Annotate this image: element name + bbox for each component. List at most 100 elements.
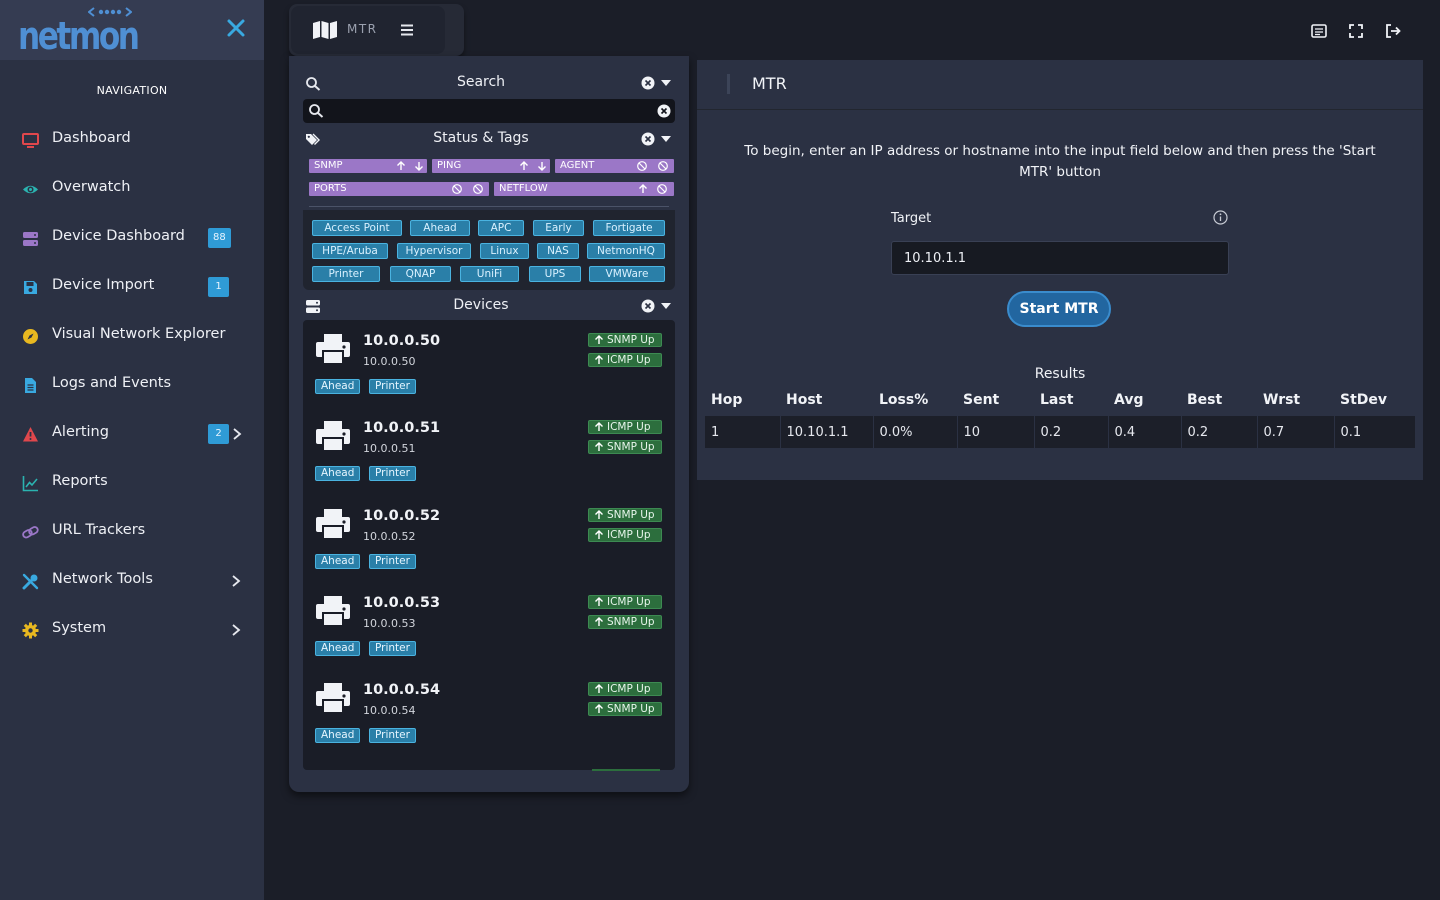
caret-down-icon[interactable] <box>661 302 671 310</box>
count-badge: 2 <box>208 424 229 444</box>
device-tag: Ahead <box>315 554 361 569</box>
printer-icon <box>316 683 350 714</box>
sidebar-item-device-dashboard[interactable]: Device Dashboard 88 <box>0 218 264 258</box>
printer-icon <box>316 334 350 365</box>
filter-pill-netflow[interactable]: NETFLOW <box>494 182 674 196</box>
column-header-loss: Loss% <box>879 392 929 408</box>
arrow-down-icon[interactable] <box>413 160 425 172</box>
sidebar-item-system[interactable]: System <box>0 610 264 650</box>
cell-avg: 0.4 <box>1107 416 1181 448</box>
eye-icon <box>23 185 38 194</box>
ban-icon[interactable] <box>636 160 648 172</box>
ban-icon[interactable] <box>656 183 668 195</box>
ban-icon[interactable] <box>657 160 669 172</box>
info-icon[interactable] <box>1213 210 1228 225</box>
arrow-up-icon[interactable] <box>395 160 407 172</box>
sidebar-item-label: Overwatch <box>52 179 131 195</box>
divider <box>309 206 669 207</box>
logo: netmon <box>0 0 264 60</box>
filter-pill-agent[interactable]: AGENT <box>555 159 674 173</box>
status-badge: SNMP Up <box>588 702 662 716</box>
sidebar-item-label: URL Trackers <box>52 522 146 538</box>
search-input[interactable] <box>329 101 649 121</box>
sidebar-item-logs-and-events[interactable]: Logs and Events <box>0 365 264 405</box>
tag-hpe-aruba[interactable]: HPE/Aruba <box>312 243 388 259</box>
column-header-hop: Hop <box>711 392 743 408</box>
arrow-up-icon[interactable] <box>637 183 649 195</box>
cell-loss: 0.0% <box>872 416 957 448</box>
tag-netmonhq[interactable]: NetmonHQ <box>587 243 665 259</box>
sidebar-item-device-import[interactable]: Device Import 1 <box>0 267 264 307</box>
clear-icon[interactable] <box>641 76 655 90</box>
chevron-right-icon <box>232 575 241 587</box>
mtr-card-header <box>697 60 1423 110</box>
device-ip: 10.0.0.52 <box>363 530 416 543</box>
arrow-up-icon[interactable] <box>518 160 530 172</box>
device-row[interactable]: 10.0.0.53 10.0.0.53 Ahead Printer ICMP U… <box>303 582 675 669</box>
tag-access-point[interactable]: Access Point <box>312 220 402 236</box>
fullscreen-icon[interactable] <box>1347 22 1365 40</box>
status-badge: SNMP Up <box>588 440 662 454</box>
tab-mtr[interactable]: MTR <box>291 6 445 54</box>
logout-icon[interactable] <box>1384 22 1402 40</box>
status-badge: ICMP Up <box>588 595 662 609</box>
sidebar-item-url-trackers[interactable]: URL Trackers <box>0 512 264 552</box>
status-badge: SNMP Up <box>588 333 662 347</box>
ban-icon[interactable] <box>472 183 484 195</box>
sidebar-item-alerting[interactable]: Alerting 2 <box>0 414 264 454</box>
tag-early[interactable]: Early <box>533 220 584 236</box>
tag-apc[interactable]: APC <box>478 220 524 236</box>
arrow-up-icon <box>595 684 603 693</box>
tag-nas[interactable]: NAS <box>537 243 579 259</box>
devices-section-header: Devices <box>303 296 675 316</box>
device-row[interactable]: 10.0.0.54 10.0.0.54 Ahead Printer ICMP U… <box>303 669 675 756</box>
arrow-down-icon[interactable] <box>536 160 548 172</box>
caret-down-icon[interactable] <box>661 135 671 143</box>
hamburger-menu-icon[interactable] <box>399 23 415 37</box>
tag-hypervisor[interactable]: Hypervisor <box>397 243 471 259</box>
results-title: Results <box>1034 366 1086 382</box>
tag-fortigate[interactable]: Fortigate <box>593 220 665 236</box>
close-icon[interactable] <box>224 16 248 40</box>
tag-unifi[interactable]: UniFi <box>460 266 519 282</box>
device-row[interactable]: 10.0.0.52 10.0.0.52 Ahead Printer SNMP U… <box>303 495 675 582</box>
search-field[interactable] <box>303 99 675 123</box>
filter-pill-ping[interactable]: PING <box>432 159 550 173</box>
tag-qnap[interactable]: QNAP <box>390 266 451 282</box>
count-badge: 88 <box>208 228 231 248</box>
device-row[interactable]: 10.0.0.51 10.0.0.51 Ahead Printer ICMP U… <box>303 407 675 494</box>
device-ip: 10.0.0.53 <box>363 617 416 630</box>
tag-ups[interactable]: UPS <box>529 266 581 282</box>
tools-icon <box>22 573 39 590</box>
column-header-host: Host <box>786 392 823 408</box>
start-mtr-button[interactable]: Start MTR <box>1007 291 1111 327</box>
status-badge: ICMP Up <box>588 682 662 696</box>
device-ip: 10.0.0.50 <box>363 355 416 368</box>
header-accent-bar <box>727 74 730 94</box>
clear-icon[interactable] <box>641 299 655 313</box>
sidebar-item-dashboard[interactable]: Dashboard <box>0 120 264 160</box>
filter-pill-ports[interactable]: PORTS <box>309 182 489 196</box>
newspaper-icon[interactable] <box>1310 22 1328 40</box>
table-row: 1 10.10.1.1 0.0% 10 0.2 0.4 0.2 0.7 0.1 <box>705 416 1415 448</box>
clear-search-icon[interactable] <box>657 104 671 118</box>
filter-pill-snmp[interactable]: SNMP <box>309 159 427 173</box>
device-row[interactable]: 10.0.0.50 10.0.0.50 Ahead Printer SNMP U… <box>303 320 675 407</box>
tag-ahead[interactable]: Ahead <box>410 220 470 236</box>
sidebar: netmon NAVIGATION Dashboard Overwatch De… <box>0 0 264 900</box>
sidebar-item-visual-network-explorer[interactable]: Visual Network Explorer <box>0 316 264 356</box>
sidebar-item-reports[interactable]: Reports <box>0 463 264 503</box>
warning-icon <box>23 427 38 442</box>
column-header-stdev: StDev <box>1340 392 1388 408</box>
tag-vmware[interactable]: VMWare <box>589 266 665 282</box>
target-input[interactable] <box>891 241 1229 275</box>
caret-down-icon[interactable] <box>661 79 671 87</box>
compass-icon <box>23 329 38 344</box>
sidebar-item-network-tools[interactable]: Network Tools <box>0 561 264 601</box>
clear-icon[interactable] <box>641 132 655 146</box>
ban-icon[interactable] <box>451 183 463 195</box>
tag-printer[interactable]: Printer <box>312 266 380 282</box>
device-tag: Printer <box>369 379 416 394</box>
sidebar-item-overwatch[interactable]: Overwatch <box>0 169 264 209</box>
tag-linux[interactable]: Linux <box>480 243 529 259</box>
